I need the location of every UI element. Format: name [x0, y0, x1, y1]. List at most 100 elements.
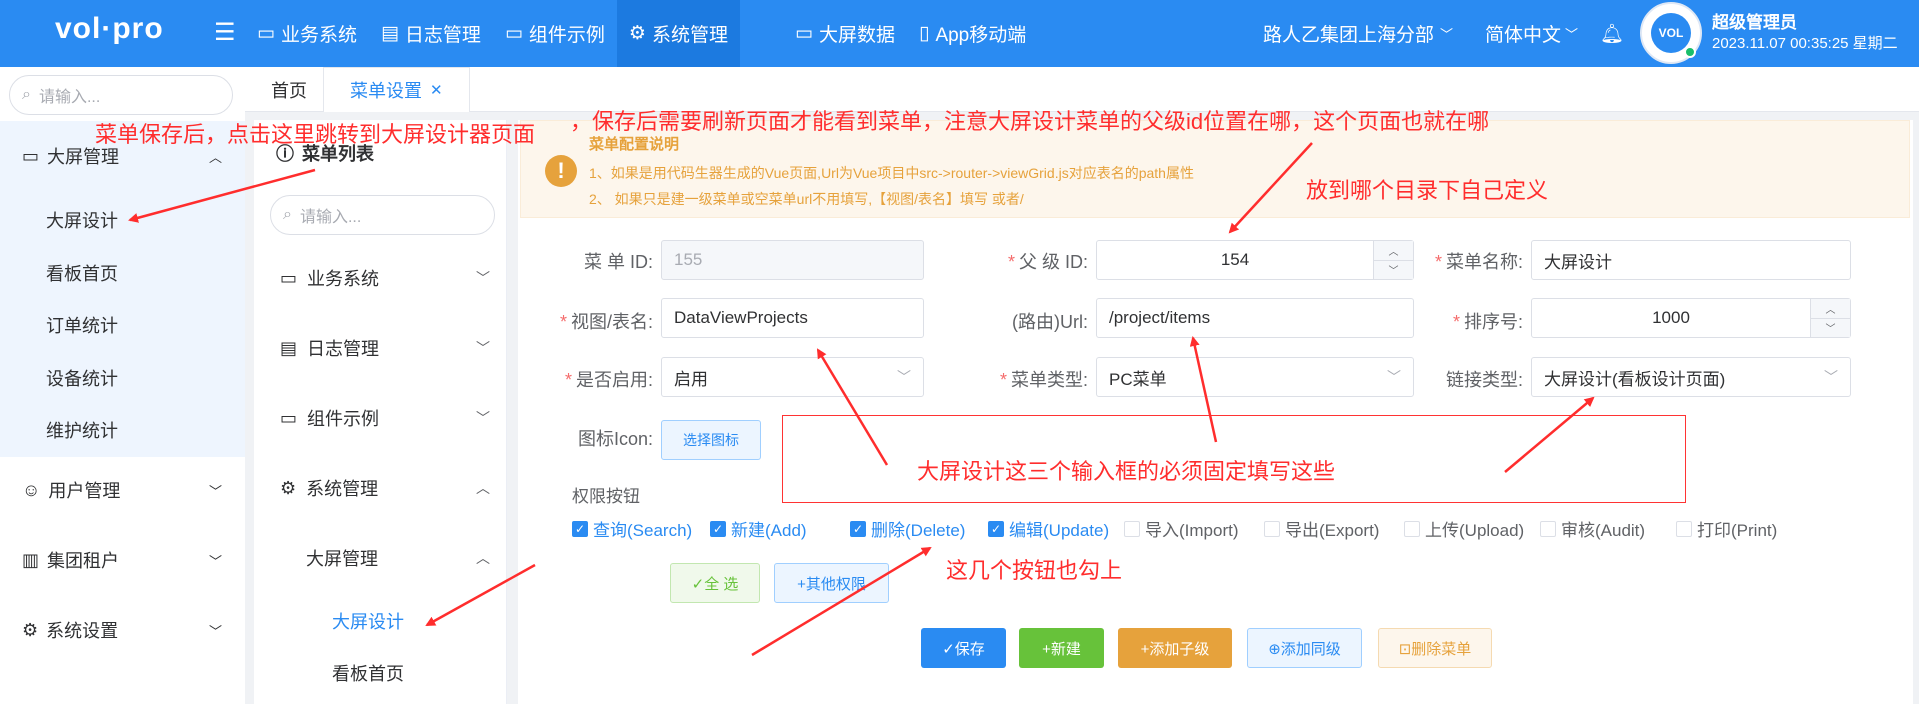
permission-label: 审核(Audit) — [1561, 521, 1646, 540]
sidebar-item-maintain-stats[interactable]: 维护统计 — [46, 417, 118, 443]
tree-item-components[interactable]: ▭ 组件示例 ﹀ — [280, 405, 490, 431]
warning-icon: ! — [545, 155, 577, 187]
annotation-text: 放到哪个目录下自己定义 — [1306, 178, 1549, 203]
sidebar-item-dashboard[interactable]: 看板首页 — [46, 260, 118, 286]
chevron-down-icon[interactable]: ﹀ — [1811, 319, 1850, 338]
permission-checkbox[interactable]: ✓ 删除(Delete) — [850, 516, 965, 541]
chevron-down-icon[interactable]: ﹀ — [1374, 261, 1413, 280]
add-child-button[interactable]: +添加子级 — [1118, 628, 1232, 668]
tree-item-screen-manage[interactable]: 大屏管理 ︿ — [306, 545, 490, 571]
search-icon: ⌕ — [283, 206, 292, 223]
top-nav-screen-data[interactable]: ▭ 大屏数据 — [783, 0, 907, 67]
order-stepper[interactable]: 1000 ︿ ﹀ — [1531, 298, 1851, 338]
top-nav-right: ▭ 大屏数据 ▯ App移动端 — [783, 0, 1038, 67]
checkbox-empty-icon[interactable] — [1540, 520, 1556, 537]
top-nav-components[interactable]: ▭ 组件示例 — [493, 0, 617, 67]
chevron-down-icon: ﹀ — [1387, 369, 1401, 385]
select-icon-button[interactable]: 选择图标 — [661, 420, 761, 460]
sidebar-item-order-stats[interactable]: 订单统计 — [46, 312, 118, 338]
chevron-up-icon: ︿ — [476, 550, 490, 566]
tree-item-screen-design[interactable]: 大屏设计 — [332, 608, 482, 634]
bell-icon[interactable]: 🔔︎ — [1600, 0, 1624, 67]
chevron-down-icon: ﹀ — [476, 340, 490, 356]
sidebar-group-tenant[interactable]: ▥ 集团租户 ﹀ — [22, 547, 222, 573]
gear-icon: ⚙ — [22, 619, 39, 640]
tab-home[interactable]: 首页 — [255, 67, 323, 112]
stepper-buttons[interactable]: ︿ ﹀ — [1373, 241, 1413, 279]
checkbox-empty-icon[interactable] — [1124, 520, 1140, 537]
annotation-text: 菜单保存后，点击这里跳转到大屏设计器页面 — [95, 122, 536, 147]
other-perms-button[interactable]: +其他权限 — [774, 563, 889, 603]
close-icon[interactable]: ✕ — [430, 81, 443, 99]
checkbox-checked-icon[interactable]: ✓ — [572, 520, 588, 537]
permission-checkbox[interactable]: 导出(Export) — [1264, 516, 1379, 541]
view-table-label: * 视图/表名: — [559, 312, 653, 332]
checkbox-checked-icon[interactable]: ✓ — [988, 520, 1004, 537]
stepper-buttons[interactable]: ︿ ﹀ — [1810, 299, 1850, 337]
permission-checkbox[interactable]: 审核(Audit) — [1540, 516, 1645, 541]
checkbox-checked-icon[interactable]: ✓ — [710, 520, 726, 537]
chevron-up-icon[interactable]: ︿ — [1374, 241, 1413, 261]
chevron-down-icon: ﹀ — [208, 483, 222, 499]
menu-type-select[interactable]: PC菜单 ﹀ — [1096, 357, 1414, 397]
permission-checkbox[interactable]: ✓ 编辑(Update) — [988, 516, 1109, 541]
parent-id-stepper[interactable]: 154 ︿ ﹀ — [1096, 240, 1414, 280]
tab-menu-settings[interactable]: 菜单设置 ✕ — [323, 67, 470, 112]
sidebar-active-group-bg — [0, 121, 245, 457]
calendar-icon: ▤ — [380, 23, 399, 44]
sidebar-item-device-stats[interactable]: 设备统计 — [46, 365, 118, 391]
top-nav: ▭ 业务系统 ▤ 日志管理 ▭ 组件示例 ⚙ 系统管理 — [245, 0, 740, 67]
chevron-down-icon: ﹀ — [1824, 369, 1838, 385]
chevron-down-icon: ﹀ — [476, 270, 490, 286]
lang-select[interactable]: 简体中文 ﹀ — [1485, 0, 1578, 67]
sidebar-group-users[interactable]: ☺ 用户管理 ﹀ — [22, 477, 222, 503]
url-label: (路由)Url: — [1012, 312, 1088, 332]
permission-checkbox[interactable]: 上传(Upload) — [1404, 516, 1524, 541]
add-button[interactable]: +新建 — [1019, 628, 1104, 668]
menu-search-input[interactable]: ⌕ 请输入... — [270, 195, 495, 235]
annotation-text: ，保存后需要刷新页面才能看到菜单，注意大屏设计菜单的父级id位置在哪，这个页面也… — [570, 109, 1490, 134]
sidebar-group-settings[interactable]: ⚙ 系统设置 ﹀ — [22, 617, 222, 643]
sidebar-search[interactable]: ⌕ 请输入... — [9, 75, 233, 115]
top-nav-app[interactable]: ▯ App移动端 — [907, 0, 1038, 67]
tree-item-log[interactable]: ▤ 日志管理 ﹀ — [280, 335, 490, 361]
select-all-button[interactable]: ✓全 选 — [670, 563, 760, 603]
permission-checkbox[interactable]: ✓ 新建(Add) — [710, 516, 807, 541]
link-type-select[interactable]: 大屏设计(看板设计页面) ﹀ — [1531, 357, 1851, 397]
top-nav-system[interactable]: ⚙ 系统管理 — [616, 0, 740, 67]
chevron-up-icon[interactable]: ︿ — [1811, 299, 1850, 319]
menu-id-label: 菜 单 ID: — [583, 252, 653, 272]
search-icon: ⌕ — [22, 86, 31, 103]
chevron-down-icon: ﹀ — [208, 553, 222, 569]
user-name: 超级管理员 — [1712, 13, 1797, 32]
permission-checkbox[interactable]: ✓ 查询(Search) — [572, 516, 692, 541]
permission-label: 导出(Export) — [1285, 521, 1380, 540]
permission-checkbox[interactable]: 打印(Print) — [1676, 516, 1777, 541]
checkbox-empty-icon[interactable] — [1264, 520, 1280, 537]
top-nav-log[interactable]: ▤ 日志管理 — [369, 0, 493, 67]
notice-title: 菜单配置说明 — [589, 136, 680, 153]
org-select[interactable]: 路人乙集团上海分部 ﹀ — [1263, 0, 1453, 67]
checkbox-empty-icon[interactable] — [1404, 520, 1420, 537]
chevron-down-icon: ﹀ — [208, 623, 222, 639]
delete-menu-button[interactable]: ⊡删除菜单 — [1378, 628, 1492, 668]
sidebar-item-screen-design[interactable]: 大屏设计 — [46, 207, 118, 233]
permission-label: 导入(Import) — [1145, 521, 1239, 540]
tree-item-business[interactable]: ▭ 业务系统 ﹀ — [280, 265, 490, 291]
chevron-down-icon: ﹀ — [1565, 27, 1579, 42]
checkbox-empty-icon[interactable] — [1676, 520, 1692, 537]
save-button[interactable]: ✓保存 — [921, 628, 1006, 668]
tree-item-system[interactable]: ⚙ 系统管理 ︿ — [280, 475, 490, 501]
permission-label: 删除(Delete) — [871, 521, 966, 540]
checkbox-checked-icon[interactable]: ✓ — [850, 520, 866, 537]
top-nav-business[interactable]: ▭ 业务系统 — [245, 0, 369, 67]
enabled-select[interactable]: 启用 ﹀ — [661, 357, 924, 397]
add-sibling-button[interactable]: ⊕添加同级 — [1247, 628, 1362, 668]
url-input[interactable]: /project/items — [1096, 298, 1414, 338]
view-table-input[interactable]: DataViewProjects — [661, 298, 924, 338]
permission-checkbox[interactable]: 导入(Import) — [1124, 516, 1239, 541]
avatar[interactable]: VOL — [1640, 2, 1702, 64]
menu-name-input[interactable]: 大屏设计 — [1531, 240, 1851, 280]
tree-item-dashboard[interactable]: 看板首页 — [332, 660, 482, 686]
menu-toggle-icon[interactable]: ☰ — [214, 18, 236, 47]
